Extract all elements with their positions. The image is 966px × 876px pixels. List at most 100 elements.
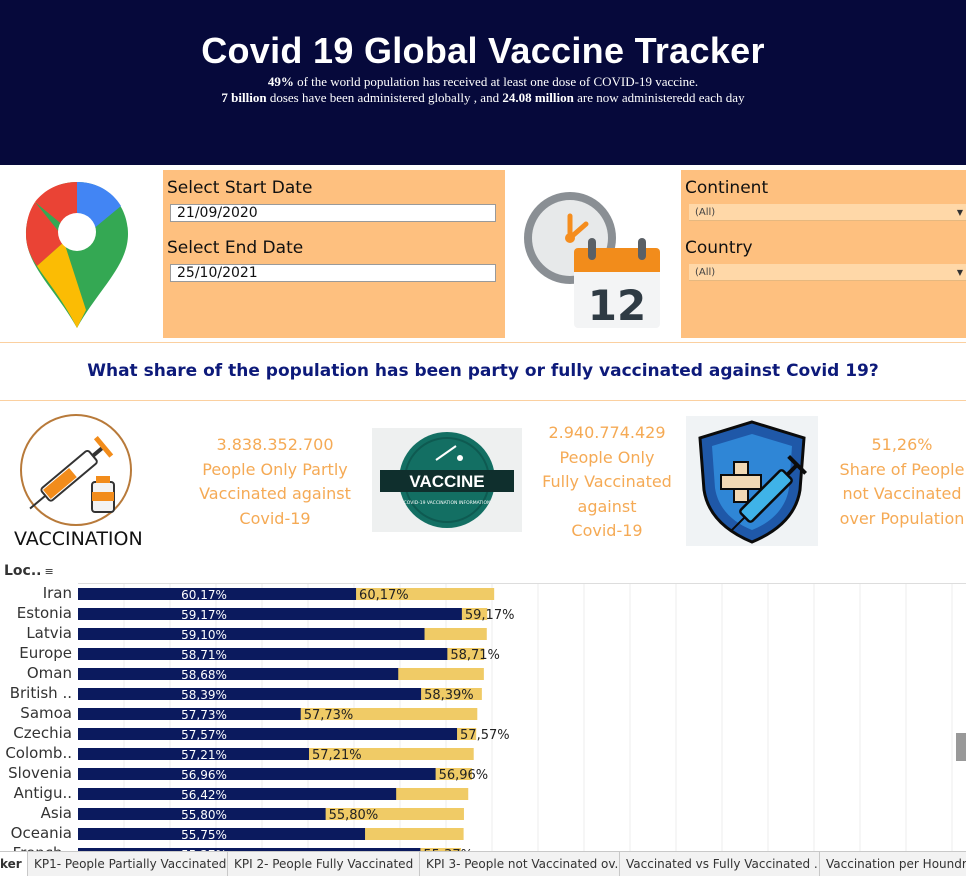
data-label-outside: 55,80% [329, 808, 379, 823]
data-label-inside: 56,42% [181, 788, 227, 802]
start-date-label: Select Start Date [167, 178, 313, 198]
category-label: Czechia [13, 724, 72, 742]
category-label: French.. [13, 843, 72, 851]
vaccine-badge-text: VACCINE [409, 472, 484, 491]
sort-icon[interactable]: ≡ [44, 565, 53, 578]
end-date-input[interactable]: 25/10/2021 [170, 264, 496, 282]
location-header-label: Loc.. [4, 563, 42, 579]
kpi-not-line: Share of People [839, 459, 965, 479]
data-label-outside: 56,96% [439, 768, 489, 783]
bar-fully-vaccinated[interactable] [78, 648, 448, 660]
kpi-fully-line: Fully Vaccinated [542, 472, 672, 491]
kpi-fully-value: 2.940.774.429 [548, 423, 666, 442]
bar-chart-svg: 60,17% 60,17% 59,17% 59,17% 59,10% 58,71% 58,7… [78, 584, 953, 852]
kpi-partly-value: 3.838.352.700 [216, 435, 334, 454]
bar-fully-vaccinated[interactable] [78, 768, 436, 780]
category-label: Samoa [20, 704, 72, 722]
sheet-tab[interactable]: ker [0, 852, 28, 876]
continent-value: (All) [695, 207, 716, 218]
data-label-inside: 57,57% [181, 728, 227, 742]
data-label-inside: 59,17% [181, 608, 227, 622]
sheet-tab[interactable]: Vaccination per Houndred [820, 852, 966, 876]
map-pin-icon [26, 182, 128, 328]
data-label-inside: 58,39% [181, 688, 227, 702]
category-label: Asia [40, 804, 72, 822]
bar-fully-vaccinated[interactable] [78, 608, 462, 620]
vaccination-graphic: VACCINATION [14, 410, 143, 555]
sheet-tab[interactable]: KPI 2- People Fully Vaccinated [228, 852, 420, 876]
data-label-outside: 57,73% [304, 708, 354, 723]
category-label: Europe [19, 644, 72, 662]
world-share-text: of the world population has received at … [297, 74, 699, 89]
category-label: Antigu.. [13, 784, 72, 802]
date-filter-panel: Select Start Date 21/09/2020 Select End … [163, 170, 505, 338]
data-label-outside: 59,17% [465, 608, 515, 623]
data-label-outside: 60,17% [359, 588, 409, 603]
clock-calendar-icon: 12 [524, 192, 660, 330]
world-share-value: 49% [267, 74, 294, 89]
continent-dropdown[interactable]: (All) ▼ [689, 204, 966, 221]
sheet-tab[interactable]: KP1- People Partially Vaccinated [28, 852, 228, 876]
country-value: (All) [695, 267, 716, 278]
category-label: British .. [9, 684, 72, 702]
chevron-down-icon: ▼ [956, 268, 963, 277]
start-date-input[interactable]: 21/09/2020 [170, 204, 496, 222]
kpi-partly-vaccinated: 3.838.352.700 People Only Partly Vaccina… [180, 433, 370, 531]
vaccine-badge-icon: VACCINE COVID-19 VACCINATION INFORMATION [372, 428, 522, 532]
bar-fully-vaccinated[interactable] [78, 788, 397, 800]
location-column-header[interactable]: Loc.. ≡ [4, 563, 54, 579]
category-label: Colomb.. [5, 744, 72, 762]
category-label: Iran [42, 584, 72, 602]
sheet-tabs: ker KP1- People Partially Vaccinated KPI 2… [0, 851, 966, 876]
category-label: Estonia [16, 604, 72, 622]
chevron-down-icon: ▼ [956, 208, 963, 217]
sheet-tab[interactable]: Vaccinated vs Fully Vaccinated ... [620, 852, 820, 876]
category-label: Oman [26, 664, 72, 682]
kpi-not-line: not Vaccinated [842, 484, 962, 503]
location-filter-panel: Continent (All) ▼ Country (All) ▼ [681, 170, 966, 338]
bar-fully-vaccinated[interactable] [78, 668, 399, 680]
divider [0, 400, 966, 401]
vaccination-label: VACCINATION [14, 528, 143, 550]
data-label-inside: 59,10% [181, 628, 227, 642]
shield-syringe-icon [686, 416, 818, 546]
page-header: Covid 19 Global Vaccine Tracker 49% of t… [0, 0, 966, 165]
kpi-not-line: over Population [839, 508, 965, 528]
continent-label: Continent [685, 178, 769, 198]
header-subtitle-2: 7 billion doses have been administered g… [0, 90, 966, 105]
kpi-not-vaccinated: 51,26% Share of People not Vaccinated ov… [832, 433, 966, 531]
bar-fully-vaccinated[interactable] [78, 628, 425, 640]
country-dropdown[interactable]: (All) ▼ [689, 264, 966, 281]
data-label-inside: 58,68% [181, 668, 227, 682]
kpi-fully-line: Covid-19 [571, 521, 643, 540]
doses-total-text: doses have been administered globally , … [269, 90, 500, 105]
kpi-fully-line: against [577, 496, 637, 516]
kpi-not-value: 51,26% [871, 435, 933, 454]
kpi-fully-vaccinated: 2.940.774.429 People Only Fully Vaccinat… [528, 421, 686, 544]
data-label-inside: 58,71% [181, 648, 227, 662]
data-label-outside: 58,71% [450, 648, 500, 663]
data-label-outside: 57,21% [312, 748, 362, 763]
bar-fully-vaccinated[interactable] [78, 688, 422, 700]
sheet-tab[interactable]: KPI 3- People not Vaccinated ov... [420, 852, 620, 876]
kpi-fully-line: People Only [559, 447, 655, 467]
vaccination-bar-chart: 60,17% 60,17% 59,17% 59,17% 59,10% 58,71% 58,7… [78, 583, 966, 852]
divider [0, 342, 966, 343]
kpi-partly-line: Covid-19 [239, 508, 311, 528]
data-label-inside: 56,96% [181, 768, 227, 782]
page-title: Covid 19 Global Vaccine Tracker [201, 30, 765, 71]
chart-scrollbar[interactable] [956, 733, 966, 761]
category-label: Latvia [26, 624, 72, 642]
data-label-inside: 55,80% [181, 808, 227, 822]
syringe-icon [20, 414, 132, 526]
doses-total-value: 7 billion [221, 90, 267, 105]
calendar-day: 12 [588, 281, 646, 330]
bar-fully-vaccinated[interactable] [78, 728, 458, 740]
category-labels: Iran Estonia Latvia Europe Oman British .. Sam… [0, 583, 76, 851]
country-label: Country [685, 238, 753, 258]
vaccine-badge-subtext: COVID-19 VACCINATION INFORMATION [404, 500, 491, 506]
section-question: What share of the population has been pa… [87, 361, 879, 381]
kpi-partly-line: People Only Partly [202, 459, 348, 479]
data-label-outside: 57,57% [460, 728, 510, 743]
kpi-partly-line: Vaccinated against [199, 484, 351, 503]
